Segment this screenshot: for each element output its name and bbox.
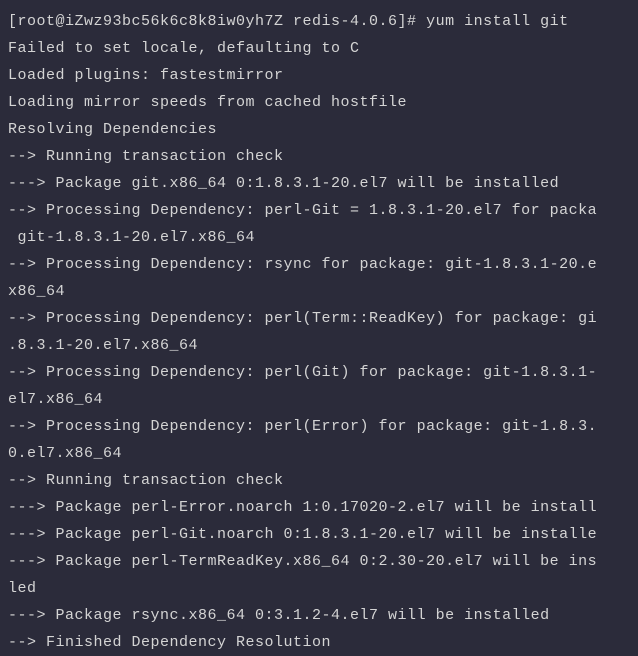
terminal-line: --> Processing Dependency: perl-Git = 1.… xyxy=(8,197,638,224)
terminal-line: Loading mirror speeds from cached hostfi… xyxy=(8,89,638,116)
terminal-line: Resolving Dependencies xyxy=(8,116,638,143)
terminal-line: --> Running transaction check xyxy=(8,467,638,494)
terminal-line: ---> Package rsync.x86_64 0:3.1.2-4.el7 … xyxy=(8,602,638,629)
terminal-line: Failed to set locale, defaulting to C xyxy=(8,35,638,62)
terminal-line: --> Processing Dependency: perl(Error) f… xyxy=(8,413,638,440)
terminal-line: x86_64 xyxy=(8,278,638,305)
terminal-output[interactable]: [root@iZwz93bc56k6c8k8iw0yh7Z redis-4.0.… xyxy=(8,8,638,656)
terminal-line: [root@iZwz93bc56k6c8k8iw0yh7Z redis-4.0.… xyxy=(8,8,638,35)
terminal-line: --> Processing Dependency: perl(Term::Re… xyxy=(8,305,638,332)
terminal-line: --> Processing Dependency: perl(Git) for… xyxy=(8,359,638,386)
terminal-line: ---> Package perl-TermReadKey.x86_64 0:2… xyxy=(8,548,638,575)
terminal-line: ---> Package perl-Error.noarch 1:0.17020… xyxy=(8,494,638,521)
terminal-line: el7.x86_64 xyxy=(8,386,638,413)
terminal-line: .8.3.1-20.el7.x86_64 xyxy=(8,332,638,359)
terminal-line: --> Running transaction check xyxy=(8,143,638,170)
terminal-line: --> Processing Dependency: rsync for pac… xyxy=(8,251,638,278)
terminal-line: ---> Package git.x86_64 0:1.8.3.1-20.el7… xyxy=(8,170,638,197)
terminal-line: ---> Package perl-Git.noarch 0:1.8.3.1-2… xyxy=(8,521,638,548)
terminal-line: led xyxy=(8,575,638,602)
terminal-line: 0.el7.x86_64 xyxy=(8,440,638,467)
terminal-line: git-1.8.3.1-20.el7.x86_64 xyxy=(8,224,638,251)
terminal-line: Loaded plugins: fastestmirror xyxy=(8,62,638,89)
